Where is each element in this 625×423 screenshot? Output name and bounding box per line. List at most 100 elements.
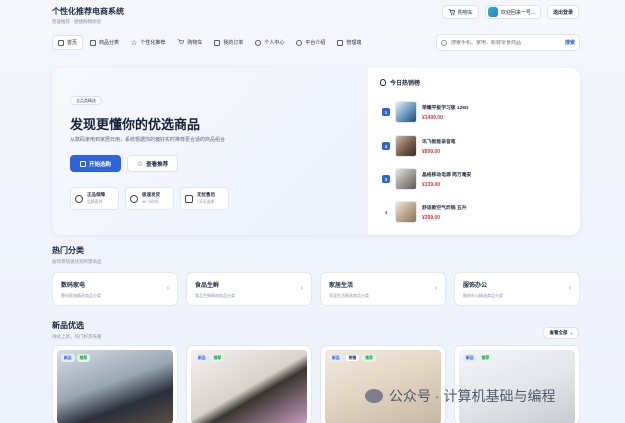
product-image: 新品 推荐 bbox=[57, 350, 173, 423]
category-name: 数码家电 bbox=[61, 283, 86, 289]
chevron-right-icon: › bbox=[300, 285, 303, 292]
cart-icon bbox=[448, 8, 455, 15]
new-badge: 新品 bbox=[329, 354, 343, 362]
product-card[interactable]: 新品 推荐 bbox=[186, 345, 312, 423]
start-shopping-button[interactable]: 开始选购 bbox=[70, 155, 121, 172]
category-card[interactable]: 食品生鲜 食品生鲜精选商品分类 › bbox=[186, 272, 312, 306]
nav-item-admin[interactable]: 管理端 bbox=[332, 35, 366, 50]
nav-item-recommend[interactable]: ☆ 个性化推荐 bbox=[126, 35, 170, 50]
category-card[interactable]: 家居生活 家居生活精选商品分类 › bbox=[320, 272, 446, 306]
nav-item-profile[interactable]: 个人中心 bbox=[250, 35, 289, 50]
hot-item-name: 讯飞智能录音笔 bbox=[422, 139, 456, 145]
category-desc: 家居生活精选商品分类 bbox=[329, 293, 369, 298]
hot-item[interactable]: 2 讯飞智能录音笔 ¥899.00 bbox=[382, 133, 456, 159]
hot-item[interactable]: 1 荣耀平板学习版 128G ¥1499.00 bbox=[382, 99, 469, 125]
view-all-button[interactable]: 查看全部 › bbox=[542, 327, 579, 339]
clock-icon bbox=[130, 194, 138, 203]
category-name: 食品生鲜 bbox=[195, 283, 220, 289]
category-card[interactable]: 数码家电 数码家电精选商品分类 › bbox=[52, 272, 178, 306]
hot-item-price: ¥1499.00 bbox=[422, 114, 443, 121]
document-icon bbox=[214, 39, 221, 46]
nav-label: 个人中心 bbox=[264, 40, 285, 46]
nav-label: 我的订单 bbox=[223, 40, 244, 46]
category-list: 数码家电 数码家电精选商品分类 › 食品生鲜 食品生鲜精选商品分类 › 家居生活… bbox=[52, 272, 580, 306]
shield-icon bbox=[337, 39, 344, 46]
rank-badge: 2 bbox=[382, 142, 390, 150]
badge-group: 新品 推荐 bbox=[195, 354, 225, 362]
product-thumbnail bbox=[395, 201, 417, 223]
feature-item: 正品保障 品牌直供 bbox=[70, 187, 119, 210]
product-image: 新品 推荐 bbox=[191, 350, 307, 423]
category-desc: 服饰办公精选商品分类 bbox=[463, 293, 503, 298]
home-icon bbox=[58, 39, 64, 46]
logout-button[interactable]: 退出登录 bbox=[546, 5, 579, 19]
new-badge: 新品 bbox=[195, 354, 209, 362]
star-icon: ☆ bbox=[131, 39, 138, 47]
badge-group: 新品 推荐 bbox=[463, 354, 493, 362]
hero-title: 发现更懂你的优选商品 bbox=[70, 117, 201, 132]
view-recommend-button[interactable]: ☆ 查看推荐 bbox=[127, 155, 178, 172]
search-button[interactable]: 搜索 bbox=[565, 39, 575, 46]
feature-title: 极速发货 bbox=[142, 192, 160, 197]
cart-icon bbox=[178, 39, 185, 44]
watermark-text: 公众号 · 计算机基础与编程 bbox=[389, 388, 556, 404]
hot-item-price: ¥899.00 bbox=[422, 148, 441, 155]
feature-item: 无忧售后 7天可退换 bbox=[180, 187, 229, 210]
info-icon bbox=[296, 39, 303, 46]
search-bar: 搜索 bbox=[436, 34, 580, 51]
hot-item-price: ¥139.00 bbox=[422, 181, 441, 188]
category-card[interactable]: 服饰办公 服饰办公精选商品分类 › bbox=[454, 272, 580, 306]
feature-sub: 48 小时内 bbox=[142, 200, 159, 204]
chevron-right-icon: › bbox=[434, 285, 437, 292]
categories-subtitle: 按场景快速找到所需商品 bbox=[52, 259, 102, 264]
page: 个性化推荐电商系统 智能推荐 · 便捷购物体验 购物车 欢迎回来一号... 退出… bbox=[0, 0, 625, 423]
new-badge: 新品 bbox=[61, 354, 75, 362]
nav-label: 商品分类 bbox=[99, 40, 120, 46]
hot-item-name: 荣耀平板学习版 128G bbox=[422, 105, 469, 111]
hero-banner: 全品类精选 发现更懂你的优选商品 从数码家电到家居日用，系统根据你的偏好实时推荐… bbox=[52, 68, 368, 235]
category-name: 家居生活 bbox=[329, 283, 354, 289]
chevron-right-icon: › bbox=[166, 285, 169, 292]
rank-badge: 1 bbox=[382, 108, 390, 116]
bag-icon bbox=[79, 160, 86, 167]
product-card[interactable]: 新品 推荐 bbox=[52, 345, 178, 423]
brand: 个性化推荐电商系统 智能推荐 · 便捷购物体验 bbox=[52, 6, 124, 25]
badge-group: 新品 推荐 bbox=[61, 354, 91, 362]
grid-icon bbox=[90, 39, 97, 46]
search-input[interactable] bbox=[451, 39, 561, 46]
view-all-label: 查看全部 bbox=[549, 330, 568, 335]
brand-subtitle: 智能推荐 · 便捷购物体验 bbox=[52, 19, 101, 24]
feature-title: 无忧售后 bbox=[197, 192, 215, 197]
feature-item: 极速发货 48 小时内 bbox=[125, 187, 174, 210]
top-actions: 购物车 欢迎回来一号... 退出登录 bbox=[441, 5, 579, 19]
hot-title: 今日热销榜 bbox=[380, 78, 568, 87]
fire-icon bbox=[380, 79, 386, 86]
new-products-title: 新品优选 bbox=[52, 321, 84, 330]
product-card[interactable]: 新品 推荐 bbox=[454, 345, 580, 423]
product-card[interactable]: 新品 热销 推荐 bbox=[320, 345, 446, 423]
nav-item-home[interactable]: 首页 bbox=[52, 35, 84, 50]
user-menu[interactable]: 欢迎回来一号... bbox=[484, 5, 541, 19]
star-icon: ☆ bbox=[136, 160, 144, 168]
nav-label: 个性化推荐 bbox=[140, 40, 166, 46]
main-nav: 首页 商品分类 ☆ 个性化推荐 购物车 我的订单 个人中心 平台介绍 管理端 搜索 bbox=[52, 34, 580, 51]
product-thumbnail bbox=[395, 135, 417, 157]
category-desc: 食品生鲜精选商品分类 bbox=[195, 293, 235, 298]
nav-item-about[interactable]: 平台介绍 bbox=[291, 35, 330, 50]
recommend-badge: 推荐 bbox=[76, 354, 91, 362]
feature-list: 正品保障 品牌直供 极速发货 48 小时内 无忧售后 7天可退换 bbox=[70, 187, 229, 210]
hot-item[interactable]: 3 晶格移动电源 两万毫安 ¥139.00 bbox=[382, 166, 471, 192]
avatar bbox=[487, 7, 498, 17]
recommend-badge: 推荐 bbox=[478, 354, 493, 362]
hot-item[interactable]: 4 舒适款空气炸锅 五升 ¥399.00 bbox=[382, 199, 467, 225]
product-list: 新品 推荐 新品 推荐 新品 热销 推荐 新品 推荐 bbox=[52, 345, 580, 423]
hot-title-label: 今日热销榜 bbox=[390, 81, 421, 87]
shield-icon bbox=[75, 194, 83, 203]
product-thumbnail bbox=[395, 168, 417, 190]
new-badge: 新品 bbox=[463, 354, 477, 362]
nav-item-categories[interactable]: 商品分类 bbox=[85, 35, 124, 50]
cart-button[interactable]: 购物车 bbox=[441, 5, 479, 19]
nav-item-orders[interactable]: 我的订单 bbox=[209, 35, 248, 50]
badge-group: 新品 热销 推荐 bbox=[329, 354, 376, 362]
nav-item-cart[interactable]: 购物车 bbox=[172, 35, 207, 50]
